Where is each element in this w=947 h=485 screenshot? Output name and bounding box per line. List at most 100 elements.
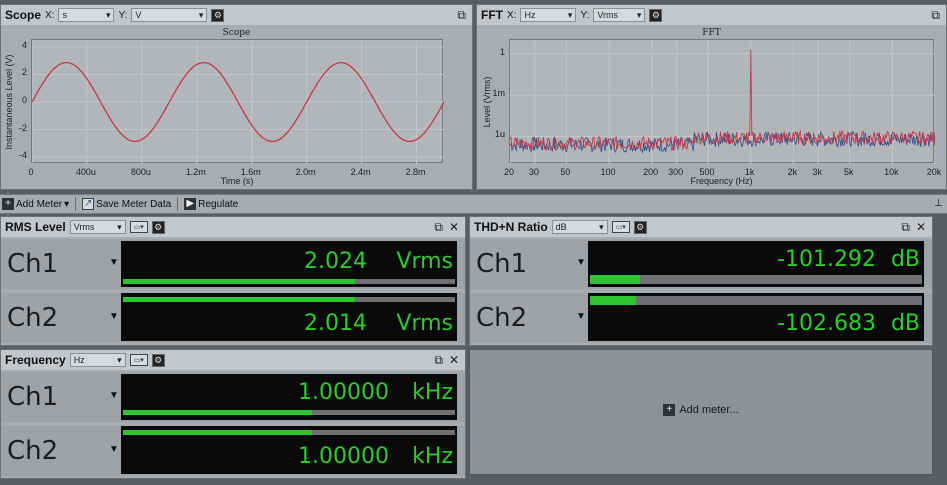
gear-icon[interactable]: ⚙: [151, 353, 165, 367]
fft-x-tick-label: 200: [643, 167, 659, 177]
chevron-down-icon: ▾: [567, 9, 573, 20]
rms-unit-value: Vrms: [73, 222, 95, 232]
scope-plot-area[interactable]: [31, 39, 444, 164]
freq-ch1-value: 1.00000: [298, 380, 389, 405]
thdn-unit-select[interactable]: dB ▾: [551, 220, 608, 234]
fft-x-unit-select[interactable]: Hz ▾: [520, 8, 577, 22]
gear-icon[interactable]: ⚙: [633, 220, 647, 234]
rms-header: RMS Level Vrms ▾ ▭▾ ⚙: [1, 217, 465, 237]
scope-y-tick-label: 4: [21, 39, 27, 50]
scope-x-label: X:: [45, 9, 55, 21]
close-icon[interactable]: ✕: [449, 220, 459, 234]
close-icon[interactable]: ✕: [916, 220, 926, 234]
chevron-down-icon[interactable]: ▼: [109, 444, 119, 455]
close-icon[interactable]: ✕: [449, 353, 459, 367]
save-meter-data-button[interactable]: ↗ Save Meter Data: [82, 198, 171, 210]
chevron-down-icon[interactable]: ▼: [576, 257, 586, 268]
fft-x-tick-label: 3k: [812, 167, 823, 177]
scope-x-unit-select[interactable]: s ▾: [58, 8, 115, 22]
gear-icon[interactable]: ⚙: [211, 8, 225, 22]
add-meter-link[interactable]: + Add meter...: [470, 404, 932, 416]
regulate-button[interactable]: ▶ Regulate: [184, 198, 238, 210]
fft-title: FFT: [481, 8, 503, 22]
chevron-down-icon[interactable]: ▼: [576, 311, 586, 322]
fft-x-tick-label: 1k: [744, 167, 755, 177]
display-mode-icon[interactable]: ▭▾: [611, 221, 630, 233]
add-meter-button[interactable]: + Add Meter ▾: [2, 198, 69, 210]
add-meter-link-label: Add meter...: [679, 404, 739, 416]
freq-unit-select[interactable]: Hz ▾: [69, 353, 126, 367]
thdn-ch2-bar: [590, 296, 922, 305]
rms-ch1-bar-fill: [123, 279, 356, 284]
gear-icon[interactable]: ⚙: [151, 220, 165, 234]
popout-icon[interactable]: ⧉: [434, 220, 443, 234]
thdn-ch1-bar: [590, 275, 922, 284]
fft-x-tick-label: 300: [668, 167, 684, 177]
display-mode-icon[interactable]: ▭▾: [129, 221, 148, 233]
freq-ch2-unit: kHz: [412, 444, 453, 469]
thdn-ch2-bar-fill: [590, 296, 637, 305]
popout-icon[interactable]: ⧉: [457, 8, 466, 22]
scope-y-tick-label: -2: [18, 122, 27, 133]
scope-x-tick-label: 2.4m: [350, 167, 371, 177]
chevron-down-icon: ▾: [64, 198, 70, 210]
thdn-ch1-unit: dB: [890, 247, 920, 272]
play-icon: ▶: [184, 198, 197, 210]
freq-ch1-name: Ch1: [7, 382, 59, 412]
rms-ch1-value: 2.024: [304, 249, 367, 274]
scope-x-tick-label: 1.2m: [185, 167, 206, 177]
popout-icon[interactable]: ⧉: [434, 353, 443, 367]
popout-icon[interactable]: ⧉: [931, 8, 940, 22]
fft-x-tick-label: 5k: [843, 167, 854, 177]
save-data-icon: ↗: [82, 198, 95, 210]
thdn-ch2-name: Ch2: [476, 303, 528, 333]
chevron-down-icon: ▾: [599, 221, 604, 232]
rms-ch2-value: 2.014: [304, 311, 367, 336]
scope-x-tick-label: 800u: [130, 167, 151, 177]
fft-chart-title: FFT: [702, 28, 721, 38]
pin-icon[interactable]: ⊥: [934, 198, 943, 209]
thdn-ch1-name: Ch1: [476, 249, 528, 279]
fft-x-tick-label: 30: [528, 167, 539, 177]
chevron-down-icon[interactable]: ▼: [109, 390, 119, 401]
thdn-unit-value: dB: [555, 222, 567, 232]
chevron-down-icon: ▾: [117, 221, 122, 232]
rms-unit-select[interactable]: Vrms ▾: [69, 220, 126, 234]
add-meter-label: Add Meter: [16, 198, 63, 210]
rms-ch2-row: Ch2 ▼ 2.014 Vrms: [1, 293, 465, 343]
rms-ch1-unit: Vrms: [396, 249, 453, 274]
freq-title: Frequency: [5, 353, 66, 367]
add-meter-panel[interactable]: + Add meter...: [469, 349, 933, 475]
thdn-ch1-value: -101.292: [777, 247, 876, 272]
fft-x-unit-value: Hz: [524, 10, 536, 20]
chevron-down-icon: ▾: [636, 9, 642, 20]
rms-ch1-name: Ch1: [7, 249, 59, 279]
fft-y-unit-select[interactable]: Vrms ▾: [593, 8, 646, 22]
scope-y-unit-value: V: [135, 10, 142, 20]
freq-ch2-value: 1.00000: [298, 444, 389, 469]
scope-y-label: Y:: [118, 9, 128, 21]
scope-plot-svg: [32, 40, 444, 164]
regulate-label: Regulate: [198, 198, 239, 210]
fft-y-axis-label: Level (Vrms): [482, 76, 492, 128]
display-mode-icon[interactable]: ▭▾: [129, 354, 148, 366]
fft-y-tick-label: 1u: [494, 129, 505, 140]
frequency-meter: Frequency Hz ▾ ▭▾ ⚙ ⧉ ✕ Ch1 ▼ 1.00000 kHz…: [0, 349, 466, 479]
scope-x-tick-label: 2.0m: [295, 167, 316, 177]
fft-plot-area[interactable]: [509, 39, 935, 164]
chevron-down-icon[interactable]: ▼: [109, 311, 119, 322]
freq-ch2-bar-fill: [123, 430, 313, 435]
rms-ch2-unit: Vrms: [396, 311, 453, 336]
popout-icon[interactable]: ⧉: [901, 220, 910, 234]
fft-panel: FFT X: Hz ▾ Y: Vrms ▾ ⚙ ⧉ FFT Level (Vrms)…: [476, 4, 947, 190]
freq-header: Frequency Hz ▾ ▭▾ ⚙: [1, 350, 465, 370]
freq-ch2-row: Ch2 ▼ 1.00000 kHz: [1, 426, 465, 476]
chevron-down-icon[interactable]: ▼: [109, 257, 119, 268]
thdn-title: THD+N Ratio: [474, 220, 548, 234]
freq-ch1-row: Ch1 ▼ 1.00000 kHz: [1, 372, 465, 422]
rms-ch2-bar: [123, 297, 455, 302]
scope-y-unit-select[interactable]: V ▾: [131, 8, 208, 22]
gear-icon[interactable]: ⚙: [649, 8, 663, 22]
thdn-ch2-unit: dB: [890, 311, 920, 336]
freq-ch1-bar: [123, 410, 455, 415]
